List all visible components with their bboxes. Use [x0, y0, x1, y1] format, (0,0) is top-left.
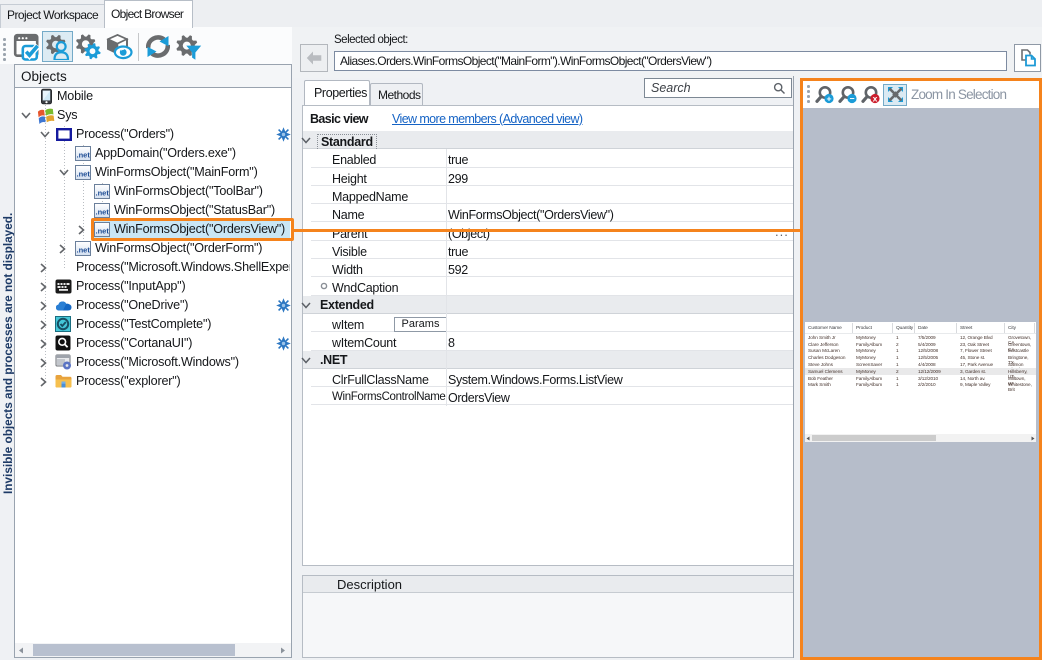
svg-text:+: +	[826, 94, 831, 104]
svg-text:x: x	[873, 94, 878, 104]
svg-text:.net: .net	[96, 208, 110, 217]
svg-text:.net: .net	[77, 246, 91, 255]
svg-text:.net: .net	[77, 151, 91, 160]
svg-text:.net: .net	[96, 189, 110, 198]
svg-text:.net: .net	[77, 170, 91, 179]
svg-text:−: −	[849, 94, 854, 104]
